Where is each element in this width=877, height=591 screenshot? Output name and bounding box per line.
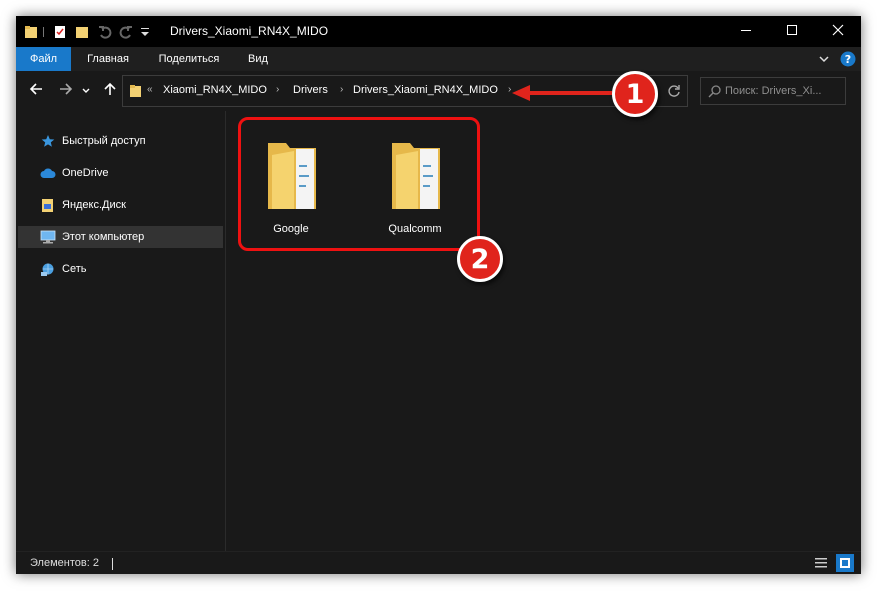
minimize-button[interactable] (723, 16, 769, 47)
minimize-icon (740, 23, 752, 41)
sidebar-item-onedrive[interactable]: OneDrive (18, 162, 223, 184)
star-icon (40, 133, 56, 149)
back-button[interactable] (26, 81, 46, 101)
large-icons-view-button[interactable] (836, 554, 854, 572)
breadcrumb-item[interactable]: Drivers_Xiaomi_RN4X_MIDO (353, 84, 498, 96)
explorer-window: Drivers_Xiaomi_RN4X_MIDO Файл Главная По… (16, 16, 861, 574)
up-button[interactable] (100, 81, 120, 101)
forward-button[interactable] (56, 81, 76, 101)
customize-toolbar-icon[interactable] (140, 25, 150, 39)
sidebar-item-label: Яндекс.Диск (62, 199, 126, 211)
annotation-badge-1: 1 (612, 71, 658, 117)
arrow-left-icon (29, 82, 43, 100)
breadcrumb-item[interactable]: Xiaomi_RN4X_MIDO (163, 84, 267, 96)
sidebar-item-yandex-disk[interactable]: Яндекс.Диск (18, 194, 223, 216)
chevron-right-icon[interactable]: › (340, 84, 343, 95)
item-count: Элементов: 2 (30, 557, 99, 569)
sidebar-item-quick-access[interactable]: Быстрый доступ (18, 130, 223, 152)
annotation-arrow-icon (512, 85, 612, 101)
refresh-icon[interactable] (667, 84, 681, 103)
new-folder-icon[interactable] (75, 25, 89, 39)
window-title: Drivers_Xiaomi_RN4X_MIDO (170, 24, 329, 38)
details-view-button[interactable] (814, 556, 828, 574)
separator-icon (112, 558, 113, 570)
maximize-button[interactable] (769, 16, 815, 47)
title-bar: Drivers_Xiaomi_RN4X_MIDO (16, 16, 861, 47)
folder-icon (129, 84, 142, 103)
overflow-chevron[interactable]: « (147, 84, 153, 95)
search-icon (708, 84, 722, 103)
chevron-down-icon (81, 83, 91, 100)
tab-view[interactable]: Вид (238, 47, 278, 71)
ribbon-tabs: Файл Главная Поделиться Вид ? (16, 47, 861, 71)
tab-file[interactable]: Файл (16, 47, 71, 71)
arrow-up-icon (103, 82, 117, 100)
annotation-badge-2: 2 (457, 236, 503, 282)
svg-text:?: ? (845, 53, 851, 66)
cloud-icon (40, 165, 56, 181)
chevron-down-icon (816, 54, 832, 71)
folder-icon (24, 25, 38, 39)
sidebar-item-network[interactable]: Сеть (18, 258, 223, 280)
breadcrumb-item[interactable]: Drivers (293, 84, 328, 96)
search-box (700, 77, 846, 105)
sidebar-item-label: OneDrive (62, 167, 109, 179)
undo-icon[interactable] (98, 25, 112, 39)
tab-home[interactable]: Главная (76, 47, 140, 71)
separator-icon (41, 25, 47, 39)
sidebar-item-label: Быстрый доступ (62, 135, 146, 147)
chevron-right-icon[interactable]: › (276, 84, 279, 95)
ribbon-expand-button[interactable] (816, 51, 832, 67)
navigation-bar: « Xiaomi_RN4X_MIDO › Drivers › Drivers_X… (16, 71, 861, 111)
sidebar-item-this-pc[interactable]: Этот компьютер (18, 226, 223, 248)
yandex-disk-icon (40, 197, 56, 213)
recent-locations-button[interactable] (80, 81, 92, 101)
close-icon (832, 23, 844, 41)
arrow-right-icon (59, 82, 73, 100)
highlight-frame (238, 117, 480, 251)
network-icon (40, 261, 56, 277)
properties-icon[interactable] (53, 25, 67, 39)
help-icon: ? (840, 51, 856, 71)
maximize-icon (786, 23, 798, 41)
quick-access-toolbar (24, 22, 150, 42)
sidebar-item-label: Сеть (62, 263, 87, 275)
help-button[interactable]: ? (840, 51, 856, 67)
computer-icon (40, 229, 56, 245)
navigation-pane: Быстрый доступ OneDrive Яндекс.Диск Этот… (16, 111, 226, 551)
search-input[interactable] (725, 82, 841, 100)
close-button[interactable] (815, 16, 861, 47)
redo-icon[interactable] (119, 25, 133, 39)
status-bar: Элементов: 2 (16, 551, 861, 574)
sidebar-item-label: Этот компьютер (62, 231, 145, 243)
tab-share[interactable]: Поделиться (150, 47, 228, 71)
